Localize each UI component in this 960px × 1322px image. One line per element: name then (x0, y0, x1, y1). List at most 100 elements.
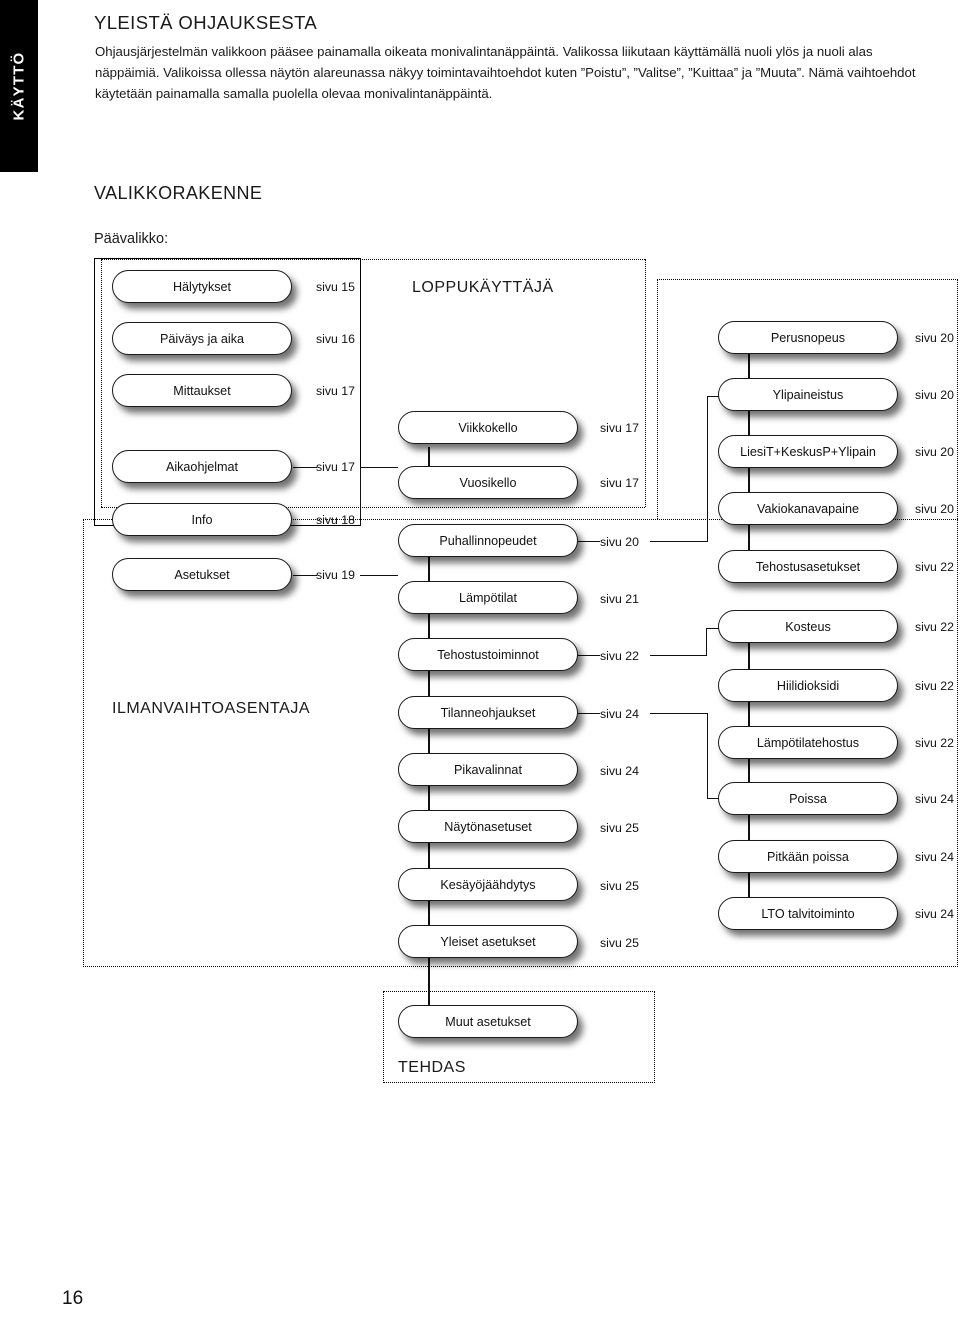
page-ref: sivu 24 (600, 764, 639, 778)
connector-puhallin-up (707, 396, 709, 542)
page-ref: sivu 22 (915, 736, 954, 750)
connector-tilanne-out (578, 713, 600, 715)
side-tab-label: KÄYTTÖ (10, 51, 28, 121)
connector-aikaohjelmat (293, 467, 317, 469)
node-naytonasetuset[interactable]: Näytönasetuset (398, 810, 578, 843)
connector-aikaohjelmat-right (360, 467, 398, 469)
main-menu-label: Päävalikko: (94, 231, 169, 247)
node-yleiset-asetukset[interactable]: Yleiset asetukset (398, 925, 578, 958)
node-vakiokanavapaine[interactable]: Vakiokanavapaine (718, 492, 898, 525)
page-ref: sivu 24 (600, 707, 639, 721)
zone-label-end-user: LOPPUKÄYTTÄJÄ (412, 279, 554, 296)
installer-region-left-upper (657, 279, 658, 519)
node-perusnopeus[interactable]: Perusnopeus (718, 321, 898, 354)
page-ref: sivu 15 (316, 280, 355, 294)
page-ref: sivu 20 (915, 502, 954, 516)
connector-tehostus-out (578, 655, 600, 657)
connector-asetukset (293, 575, 317, 577)
node-label: Tilanneohjaukset (440, 705, 536, 720)
installer-region-right (957, 279, 958, 967)
connector-tilanne-right (650, 713, 708, 715)
node-pitkaan-poissa[interactable]: Pitkään poissa (718, 840, 898, 873)
node-lampotilat[interactable]: Lämpötilat (398, 581, 578, 614)
node-label: Kosteus (785, 619, 831, 634)
connector-tehostus-right (650, 655, 707, 657)
page-ref: sivu 22 (915, 620, 954, 634)
node-label: Hiilidioksidi (776, 678, 840, 693)
node-label: Lämpötilat (458, 590, 518, 605)
page-number: 16 (62, 1288, 84, 1309)
manual-page: KÄYTTÖ YLEISTÄ OHJAUKSESTA Ohjausjärjest… (0, 0, 960, 1322)
page-ref: sivu 20 (915, 388, 954, 402)
node-ylipaineistus[interactable]: Ylipaineistus (718, 378, 898, 411)
node-hiilidioksidi[interactable]: Hiilidioksidi (718, 669, 898, 702)
page-ref: sivu 25 (600, 936, 639, 950)
connector-asetukset-right (360, 575, 398, 577)
node-label: Poissa (789, 791, 827, 806)
installer-region-bottom (83, 966, 958, 967)
node-label: Ylipaineistus (772, 387, 844, 402)
page-ref: sivu 17 (600, 476, 639, 490)
node-tehostusasetukset[interactable]: Tehostusasetukset (718, 550, 898, 583)
node-label: Info (191, 512, 213, 527)
enduser-region-top (101, 259, 645, 260)
node-label: Asetukset (174, 567, 230, 582)
node-label: LTO talvitoiminto (761, 906, 855, 921)
node-label: Mittaukset (173, 383, 231, 398)
page-ref: sivu 24 (915, 850, 954, 864)
node-kesayojaahdytys[interactable]: Kesäyöjäähdytys (398, 868, 578, 901)
page-ref: sivu 20 (600, 535, 639, 549)
page-ref: sivu 22 (600, 649, 639, 663)
node-label: Pitkään poissa (767, 849, 849, 864)
node-vuosikello[interactable]: Vuosikello (398, 466, 578, 499)
node-label: Kesäyöjäähdytys (440, 877, 536, 892)
intro-paragraph: Ohjausjärjestelmän valikkoon pääsee pain… (95, 44, 916, 101)
connector-tilanne-down (707, 713, 709, 798)
node-label: Perusnopeus (770, 330, 846, 345)
diagram-title: VALIKKORAKENNE (94, 183, 263, 203)
node-muut-asetukset[interactable]: Muut asetukset (398, 1005, 578, 1038)
connector-main-spine (360, 467, 362, 526)
page-ref: sivu 22 (915, 679, 954, 693)
page-ref: sivu 25 (600, 821, 639, 835)
node-label: Tehostusasetukset (755, 559, 861, 574)
node-tilanneohjaukset[interactable]: Tilanneohjaukset (398, 696, 578, 729)
node-viikkokello[interactable]: Viikkokello (398, 411, 578, 444)
page-ref: sivu 16 (316, 332, 355, 346)
node-pikavalinnat[interactable]: Pikavalinnat (398, 753, 578, 786)
node-lampotilatehostus[interactable]: Lämpötilatehostus (718, 726, 898, 759)
node-label: Vuosikello (459, 475, 517, 490)
node-label: Aikaohjelmat (165, 459, 239, 474)
page-ref: sivu 24 (915, 907, 954, 921)
node-tehostustoiminnot[interactable]: Tehostustoiminnot (398, 638, 578, 671)
connector-puhallin-out (578, 541, 600, 543)
page-ref: sivu 20 (915, 445, 954, 459)
node-asetukset[interactable]: Asetukset (112, 558, 292, 591)
page-ref: sivu 17 (316, 460, 355, 474)
connector-tehostus-down (706, 628, 708, 656)
page-ref: sivu 20 (915, 331, 954, 345)
node-info[interactable]: Info (112, 503, 292, 536)
page-ref: sivu 22 (915, 560, 954, 574)
node-label: Hälytykset (172, 279, 232, 294)
node-label: Yleiset asetukset (440, 934, 536, 949)
page-ref: sivu 25 (600, 879, 639, 893)
node-mittaukset[interactable]: Mittaukset (112, 374, 292, 407)
node-kosteus[interactable]: Kosteus (718, 610, 898, 643)
node-aikaohjelmat[interactable]: Aikaohjelmat (112, 450, 292, 483)
node-label: LiesiT+KeskusP+Ylipain (740, 444, 876, 459)
page-title: YLEISTÄ OHJAUKSESTA (94, 12, 318, 33)
node-poissa[interactable]: Poissa (718, 782, 898, 815)
node-liesit-keskusp-ylipain[interactable]: LiesiT+KeskusP+Ylipain (718, 435, 898, 468)
node-label: Tehostustoiminnot (437, 647, 539, 662)
enduser-region-left (101, 259, 102, 507)
node-label: Muut asetukset (445, 1014, 531, 1029)
zone-label-installer: ILMANVAIHTOASENTAJA (112, 700, 310, 717)
node-paivays-ja-aika[interactable]: Päiväys ja aika (112, 322, 292, 355)
node-label: Puhallinnopeudet (439, 533, 537, 548)
page-ref: sivu 18 (316, 513, 355, 527)
node-label: Lämpötilatehostus (756, 735, 860, 750)
node-halytykset[interactable]: Hälytykset (112, 270, 292, 303)
node-lto-talvitoiminto[interactable]: LTO talvitoiminto (718, 897, 898, 930)
node-puhallinnopeudet[interactable]: Puhallinnopeudet (398, 524, 578, 557)
